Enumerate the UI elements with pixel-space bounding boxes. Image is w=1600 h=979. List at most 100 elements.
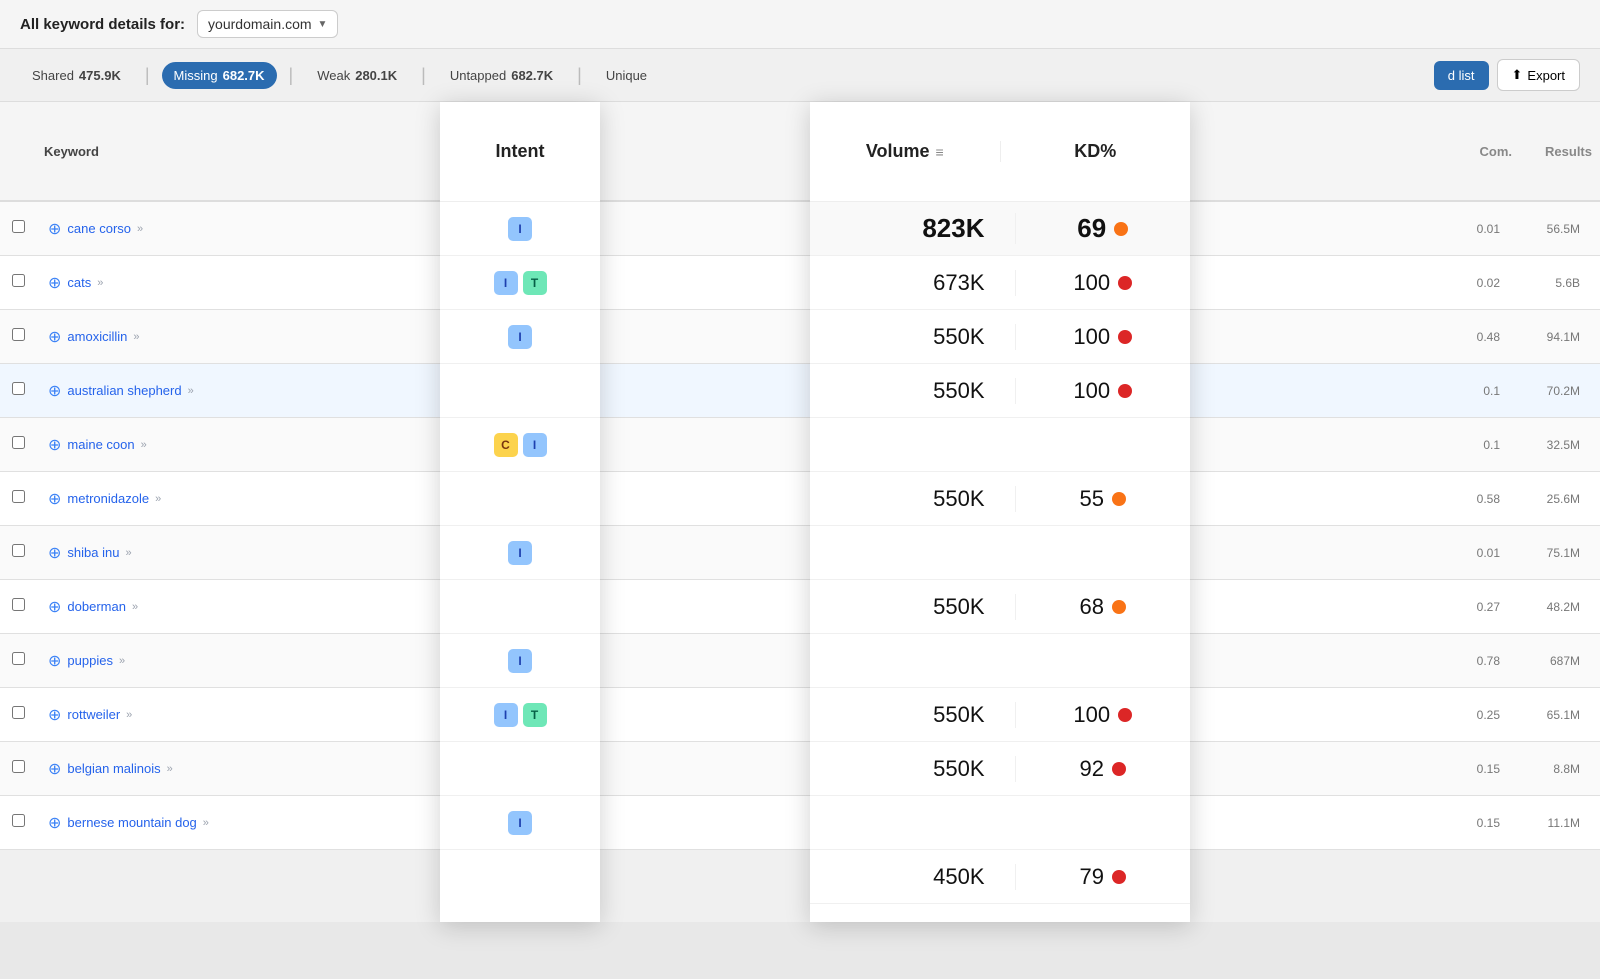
checkbox-input[interactable]	[12, 220, 25, 233]
keyword-link[interactable]: cane corso	[67, 221, 131, 236]
row-checkbox	[12, 598, 48, 616]
col-com: Com.	[1450, 144, 1520, 159]
keyword-cell: ⊕ puppies »	[48, 651, 778, 671]
checkbox-input[interactable]	[12, 382, 25, 395]
checkbox-input[interactable]	[12, 706, 25, 719]
keyword-arrows-icon: »	[167, 763, 173, 775]
col-results: Results	[1520, 144, 1600, 159]
tab-shared-label: Shared	[32, 68, 74, 83]
kd-dot	[1118, 384, 1132, 398]
keyword-link[interactable]: cats	[67, 275, 91, 290]
checkbox-input[interactable]	[12, 490, 25, 503]
keyword-add-icon[interactable]: ⊕	[48, 759, 61, 779]
intent-cell: CI	[440, 418, 600, 472]
tab-shared[interactable]: Shared 475.9K	[20, 62, 133, 89]
chevron-down-icon: ▼	[318, 19, 328, 30]
keyword-arrows-icon: »	[203, 817, 209, 829]
kd-section: 79	[1016, 864, 1191, 890]
vol-kd-row: 550K 92	[810, 742, 1190, 796]
keyword-add-icon[interactable]: ⊕	[48, 435, 61, 455]
intent-cell: I	[440, 310, 600, 364]
export-button[interactable]: ⬆ Export	[1497, 59, 1580, 91]
table-row: ⊕puppies»00.78687M	[0, 634, 1600, 688]
keyword-add-icon[interactable]: ⊕	[48, 327, 61, 347]
add-list-button[interactable]: d list	[1434, 61, 1489, 90]
row-checkbox	[12, 436, 48, 454]
row-checkbox	[12, 652, 48, 670]
com-cell: 0.15	[1438, 762, 1508, 776]
keyword-cell: ⊕ belgian malinois »	[48, 759, 778, 779]
keyword-add-icon[interactable]: ⊕	[48, 813, 61, 833]
keyword-add-icon[interactable]: ⊕	[48, 597, 61, 617]
tab-weak-count: 280.1K	[355, 68, 397, 83]
keyword-add-icon[interactable]: ⊕	[48, 705, 61, 725]
volume-header[interactable]: Volume ≡	[810, 141, 1001, 162]
keyword-link[interactable]: shiba inu	[67, 545, 119, 560]
volume-value: 550K	[810, 756, 1016, 782]
checkbox-input[interactable]	[12, 274, 25, 287]
checkbox-input[interactable]	[12, 652, 25, 665]
keyword-add-icon[interactable]: ⊕	[48, 273, 61, 293]
keyword-link[interactable]: metronidazole	[67, 491, 149, 506]
intent-cell: IT	[440, 256, 600, 310]
kd-value: 79	[1080, 864, 1104, 890]
keyword-add-icon[interactable]: ⊕	[48, 489, 61, 509]
checkbox-input[interactable]	[12, 544, 25, 557]
checkbox-input[interactable]	[12, 436, 25, 449]
intent-column-title: Intent	[496, 141, 545, 162]
checkbox-input[interactable]	[12, 328, 25, 341]
tab-untapped[interactable]: Untapped 682.7K	[438, 62, 565, 89]
kd-dot	[1112, 762, 1126, 776]
tab-weak-label: Weak	[317, 68, 350, 83]
intent-badge-t: T	[523, 703, 547, 727]
keyword-cell: ⊕cats»	[48, 273, 778, 293]
intent-cell	[440, 742, 600, 796]
intent-header: Intent	[440, 102, 600, 202]
keyword-cell: ⊕rottweiler»	[48, 705, 778, 725]
keyword-add-icon[interactable]: ⊕	[48, 543, 61, 563]
checkbox-input[interactable]	[12, 814, 25, 827]
kd-dot	[1118, 708, 1132, 722]
checkbox-input[interactable]	[12, 760, 25, 773]
kd-value: 92	[1080, 756, 1104, 782]
tab-unique[interactable]: Unique	[594, 62, 659, 89]
intent-cell: I	[440, 796, 600, 850]
results-cell: 48.2M	[1508, 600, 1588, 614]
keyword-arrows-icon: »	[133, 331, 139, 343]
keyword-link[interactable]: rottweiler	[67, 707, 120, 722]
com-cell: 0.01	[1438, 546, 1508, 560]
row-checkbox	[12, 544, 48, 562]
table-row: ⊕maine coon»00.132.5M	[0, 418, 1600, 472]
keyword-link[interactable]: amoxicillin	[67, 329, 127, 344]
keyword-add-icon[interactable]: ⊕	[48, 381, 61, 401]
keyword-add-icon[interactable]: ⊕	[48, 651, 61, 671]
keyword-add-icon[interactable]: ⊕	[48, 219, 61, 239]
intent-cell: I	[440, 526, 600, 580]
kd-header: KD%	[1001, 141, 1191, 162]
intent-badge-i: I	[508, 217, 532, 241]
domain-dropdown[interactable]: yourdomain.com ▼	[197, 10, 338, 38]
keyword-arrows-icon: »	[119, 655, 125, 667]
keyword-link[interactable]: bernese mountain dog	[67, 815, 196, 830]
results-cell: 25.6M	[1508, 492, 1588, 506]
volume-header-label: Volume	[866, 141, 930, 162]
keyword-link[interactable]: belgian malinois	[67, 761, 160, 776]
keyword-link[interactable]: puppies	[67, 653, 113, 668]
tab-separator-1: |	[145, 65, 150, 86]
results-cell: 8.8M	[1508, 762, 1588, 776]
table-row: ⊕belgian malinois»00.158.8M	[0, 742, 1600, 796]
keyword-link[interactable]: maine coon	[67, 437, 134, 452]
tab-weak[interactable]: Weak 280.1K	[305, 62, 409, 89]
kd-dot	[1118, 276, 1132, 290]
row-checkbox	[12, 706, 48, 724]
summary-kd: 69	[1016, 213, 1191, 244]
vol-kd-row	[810, 526, 1190, 580]
keyword-link[interactable]: doberman	[67, 599, 126, 614]
keyword-arrows-icon: »	[141, 439, 147, 451]
checkbox-input[interactable]	[12, 598, 25, 611]
results-cell: 11.1M	[1508, 816, 1588, 830]
tab-missing[interactable]: Missing 682.7K	[162, 62, 277, 89]
keyword-link[interactable]: australian shepherd	[67, 383, 181, 398]
com-cell: 0.02	[1438, 276, 1508, 290]
vol-kd-header: Volume ≡ KD%	[810, 102, 1190, 202]
